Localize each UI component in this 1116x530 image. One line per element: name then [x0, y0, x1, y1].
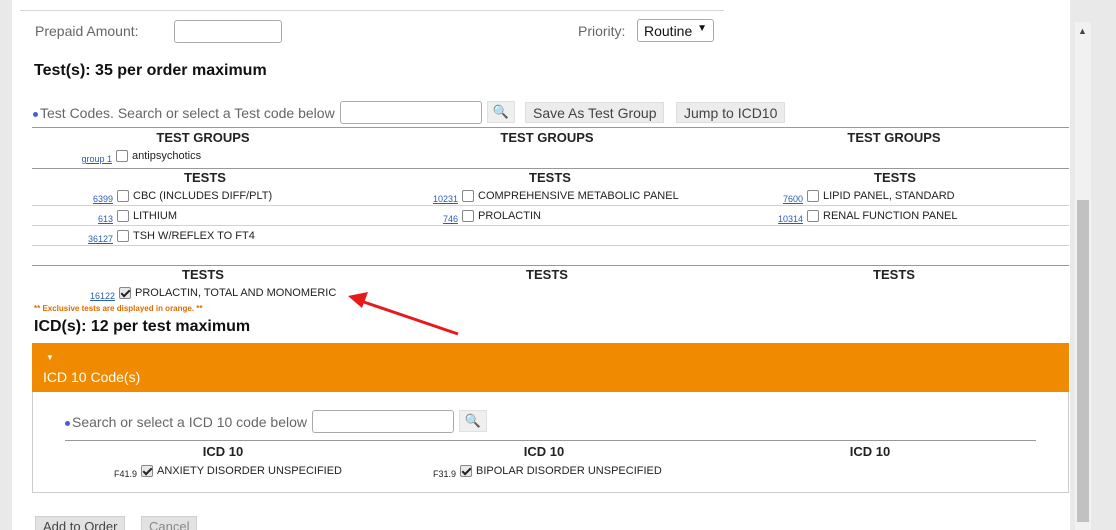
icd-code-item: F31.9 BIPOLAR DISORDER UNSPECIFIED: [420, 463, 662, 479]
binoculars-icon[interactable]: 🔍: [459, 410, 487, 432]
divider: [32, 265, 1069, 266]
test-search-label-text: Test Codes. Search or select a Test code…: [40, 105, 335, 121]
priority-label: Priority:: [578, 23, 626, 39]
tests-header: TESTS: [184, 170, 226, 185]
add-to-order-button[interactable]: Add to Order: [35, 516, 126, 530]
test-search-label: Test Codes. Search or select a Test code…: [33, 105, 335, 121]
icd10-header: ICD 10: [849, 444, 891, 459]
test-code-link[interactable]: 6399: [77, 194, 113, 204]
prepaid-amount-input[interactable]: [174, 20, 282, 43]
triangle-down-icon: ▼: [697, 23, 707, 34]
test-item: 7600 LIPID PANEL, STANDARD: [767, 188, 955, 204]
test-item: 6399 CBC (INCLUDES DIFF/PLT): [77, 188, 272, 204]
icd-checkbox[interactable]: [141, 465, 153, 477]
test-code-link[interactable]: 7600: [767, 194, 803, 204]
test-label: LIPID PANEL, STANDARD: [823, 190, 955, 202]
test-code-link[interactable]: 10314: [767, 214, 803, 224]
group-code-link[interactable]: group 1: [76, 154, 112, 164]
divider: [32, 127, 1069, 128]
icd10-header: ICD 10: [202, 444, 244, 459]
test-label: TSH W/REFLEX TO FT4: [133, 230, 255, 242]
icd-checkbox[interactable]: [460, 465, 472, 477]
tests-heading: Test(s): 35 per order maximum: [34, 62, 267, 79]
tests-header: TESTS: [874, 170, 916, 185]
test-group-item: group 1 antipsychotics: [76, 148, 201, 164]
icd10-codes-bar[interactable]: ▼ ICD 10 Code(s): [32, 343, 1069, 392]
icd-search-label-text: Search or select a ICD 10 code below: [72, 414, 308, 430]
icd-code: F31.9: [432, 469, 456, 479]
test-code-link[interactable]: 746: [422, 214, 458, 224]
test-label: COMPREHENSIVE METABOLIC PANEL: [478, 190, 679, 202]
icd-heading: ICD(s): 12 per test maximum: [34, 318, 251, 335]
icd10-header: ICD 10: [523, 444, 565, 459]
test-checkbox[interactable]: [807, 210, 819, 222]
test-checkbox[interactable]: [462, 190, 474, 202]
test-label: PROLACTIN, TOTAL AND MONOMERIC: [135, 287, 337, 299]
test-label: LITHIUM: [133, 210, 177, 222]
test-groups-header: TEST GROUPS: [500, 130, 594, 145]
test-checkbox[interactable]: [462, 210, 474, 222]
test-item: 10231 COMPREHENSIVE METABOLIC PANEL: [422, 188, 679, 204]
test-item: 36127 TSH W/REFLEX TO FT4: [77, 228, 255, 244]
selected-test-item: 16122 PROLACTIN, TOTAL AND MONOMERIC: [79, 285, 336, 301]
test-item: 613 LITHIUM: [77, 208, 177, 224]
exclusive-tests-note: ** Exclusive tests are displayed in oran…: [34, 304, 203, 313]
selected-tests-header: TESTS: [526, 267, 568, 282]
divider: [20, 10, 724, 11]
selected-test-checkbox[interactable]: [119, 287, 131, 299]
test-code-link[interactable]: 36127: [77, 234, 113, 244]
selected-tests-header: TESTS: [182, 267, 224, 282]
test-checkbox[interactable]: [117, 230, 129, 242]
divider: [32, 225, 1069, 226]
icd-label: BIPOLAR DISORDER UNSPECIFIED: [476, 465, 662, 477]
binoculars-icon[interactable]: 🔍: [487, 101, 515, 123]
icd-label: ANXIETY DISORDER UNSPECIFIED: [157, 465, 342, 477]
test-label: CBC (INCLUDES DIFF/PLT): [133, 190, 273, 202]
group-label: antipsychotics: [132, 150, 202, 162]
test-checkbox[interactable]: [117, 190, 129, 202]
cancel-button[interactable]: Cancel: [141, 516, 198, 530]
prepaid-label: Prepaid Amount:: [35, 23, 139, 39]
divider: [65, 440, 1036, 441]
icd-search-label: Search or select a ICD 10 code below: [65, 414, 307, 430]
scrollbar[interactable]: ▲: [1075, 22, 1091, 530]
test-checkbox[interactable]: [117, 210, 129, 222]
selected-tests-header: TESTS: [873, 267, 915, 282]
divider: [32, 168, 1069, 169]
test-code-link[interactable]: 10231: [422, 194, 458, 204]
test-code-link[interactable]: 613: [77, 214, 113, 224]
test-checkbox[interactable]: [807, 190, 819, 202]
priority-value: Routine: [644, 23, 693, 39]
save-as-test-group-button[interactable]: Save As Test Group: [525, 102, 665, 123]
test-groups-header: TEST GROUPS: [847, 130, 941, 145]
bullet-icon: [65, 420, 70, 426]
test-groups-header: TEST GROUPS: [156, 130, 250, 145]
divider: [32, 245, 1069, 246]
icd10-bar-title: ICD 10 Code(s): [43, 369, 141, 385]
test-item: 746 PROLACTIN: [422, 208, 541, 224]
scrollbar-thumb[interactable]: [1077, 200, 1089, 522]
test-search-input[interactable]: [340, 101, 482, 124]
jump-to-icd10-button[interactable]: Jump to ICD10: [676, 102, 786, 123]
icd-code-item: F41.9 ANXIETY DISORDER UNSPECIFIED: [101, 463, 342, 479]
icd-code: F41.9: [113, 469, 137, 479]
scroll-up-icon[interactable]: ▲: [1078, 26, 1087, 36]
test-code-link[interactable]: 16122: [79, 291, 115, 301]
test-item: 10314 RENAL FUNCTION PANEL: [767, 208, 957, 224]
annotation-arrow-icon: [348, 292, 459, 336]
icd-search-input[interactable]: [312, 410, 454, 433]
divider: [32, 205, 1069, 206]
bullet-icon: [33, 111, 38, 117]
group-checkbox[interactable]: [116, 150, 128, 162]
caret-down-icon[interactable]: ▼: [46, 353, 54, 362]
test-label: RENAL FUNCTION PANEL: [823, 210, 958, 222]
priority-select[interactable]: Routine ▼: [637, 19, 714, 42]
test-label: PROLACTIN: [478, 210, 541, 222]
tests-header: TESTS: [529, 170, 571, 185]
